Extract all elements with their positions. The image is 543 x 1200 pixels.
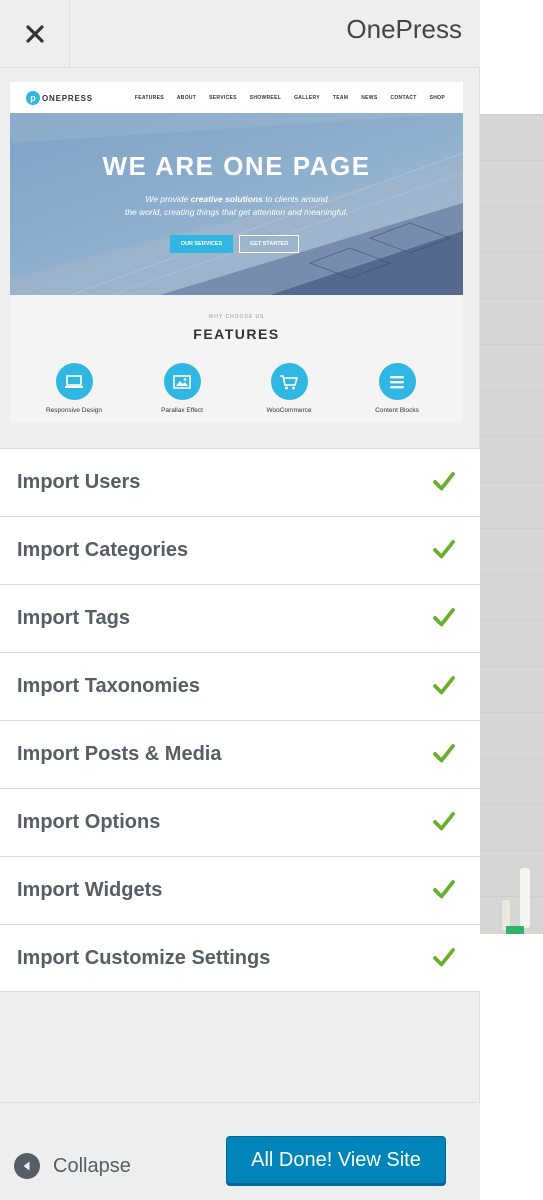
theme-name: OnePress <box>346 14 462 44</box>
import-step-widgets: Import Widgets <box>0 856 480 924</box>
image-icon <box>163 363 201 400</box>
logo-icon: p <box>26 91 40 105</box>
import-steps-list: Import Users Import Categories Import Ta… <box>0 448 480 992</box>
screenshot-navbar: p ONEPRESS FEATURES ABOUT SERVICES SHOWR… <box>10 82 463 113</box>
import-step-label: Import Customize Settings <box>17 947 271 969</box>
site-preview <box>480 0 543 1200</box>
hero-sub-bold: creative solutions <box>190 194 263 204</box>
checkmark-icon <box>433 812 455 831</box>
hero-sub-post: to clients around <box>262 194 328 204</box>
collapse-arrow-icon <box>14 1153 40 1179</box>
feature-responsive: Responsive Design <box>29 363 119 414</box>
nav-link: SHOP <box>429 95 445 101</box>
import-step-options: Import Options <box>0 788 480 856</box>
import-step-posts-media: Import Posts & Media <box>0 720 480 788</box>
nav-link: SHOWREEL <box>249 95 282 101</box>
sidebar-header: OnePress <box>0 0 480 68</box>
feature-label: Content Blocks <box>375 407 419 414</box>
checkmark-icon <box>433 676 455 695</box>
our-services-button: OUR SERVICES <box>170 235 233 253</box>
laptop-icon <box>55 363 93 400</box>
checkmark-icon <box>433 948 455 967</box>
import-step-label: Import Categories <box>17 539 189 561</box>
screenshot-logo: p ONEPRESS <box>26 91 93 105</box>
screenshot-nav-links: FEATURES ABOUT SERVICES SHOWREEL GALLERY… <box>135 95 445 101</box>
close-button[interactable] <box>0 0 70 68</box>
checkmark-icon <box>433 608 455 627</box>
checkmark-icon <box>433 540 455 559</box>
import-step-tags: Import Tags <box>0 584 480 652</box>
logo-text: ONEPRESS <box>42 93 93 103</box>
import-step-label: Import Tags <box>17 607 130 629</box>
feature-content-blocks: Content Blocks <box>352 363 442 414</box>
nav-link: SERVICES <box>209 95 237 101</box>
sidebar-footer: Collapse All Done! View Site <box>0 1102 480 1200</box>
preview-green-stripe <box>506 926 524 934</box>
hero-subtitle: We provide creative solutions to clients… <box>10 193 463 219</box>
import-step-label: Import Posts & Media <box>17 743 222 765</box>
checkmark-icon <box>433 472 455 491</box>
feature-label: WooCommerce <box>266 407 312 414</box>
import-step-label: Import Taxonomies <box>17 675 200 697</box>
collapse-button[interactable]: Collapse <box>14 1153 131 1179</box>
import-step-categories: Import Categories <box>0 516 480 584</box>
screenshot-hero: WE ARE ONE PAGE We provide creative solu… <box>10 113 463 295</box>
theme-screenshot: p ONEPRESS FEATURES ABOUT SERVICES SHOWR… <box>10 82 463 423</box>
checkmark-icon <box>433 744 455 763</box>
hero-buttons: OUR SERVICES GET STARTED <box>170 235 299 253</box>
nav-link: TEAM <box>332 95 349 101</box>
screenshot-features: WHY CHOOSE US FEATURES Responsive Design… <box>10 295 463 423</box>
hero-sub-line2: the world, creating things that get atte… <box>124 207 349 217</box>
import-sidebar: OnePress p ONEPRESS FEATURES ABOUT SERVI… <box>0 0 480 1200</box>
hero-sub-pre: We provide <box>145 194 191 204</box>
nav-link: ABOUT <box>176 95 197 101</box>
nav-link: GALLERY <box>294 95 320 101</box>
nav-link: CONTACT <box>390 95 417 101</box>
feature-parallax: Parallax Effect <box>137 363 227 414</box>
get-started-button: GET STARTED <box>239 235 299 253</box>
collapse-label: Collapse <box>53 1154 131 1177</box>
features-title: FEATURES <box>193 326 280 342</box>
import-step-label: Import Options <box>17 811 161 833</box>
import-step-customize-settings: Import Customize Settings <box>0 924 480 992</box>
preview-fixture <box>520 868 530 928</box>
import-step-users: Import Users <box>0 448 480 516</box>
nav-link: NEWS <box>361 95 378 101</box>
import-step-taxonomies: Import Taxonomies <box>0 652 480 720</box>
menu-icon <box>378 363 416 400</box>
checkmark-icon <box>433 880 455 899</box>
import-step-label: Import Widgets <box>17 879 163 901</box>
site-preview-wall <box>480 114 543 934</box>
feature-label: Parallax Effect <box>161 407 203 414</box>
why-choose-us: WHY CHOOSE US <box>208 314 265 320</box>
view-site-button[interactable]: All Done! View Site <box>226 1136 446 1184</box>
site-preview-top <box>480 0 543 114</box>
feature-label: Responsive Design <box>45 407 102 414</box>
close-icon <box>25 25 44 43</box>
import-step-label: Import Users <box>17 471 141 493</box>
hero-title: WE ARE ONE PAGE <box>102 151 371 181</box>
nav-link: FEATURES <box>134 95 164 101</box>
feature-woocommerce: WooCommerce <box>244 363 334 414</box>
cart-icon <box>270 363 308 400</box>
